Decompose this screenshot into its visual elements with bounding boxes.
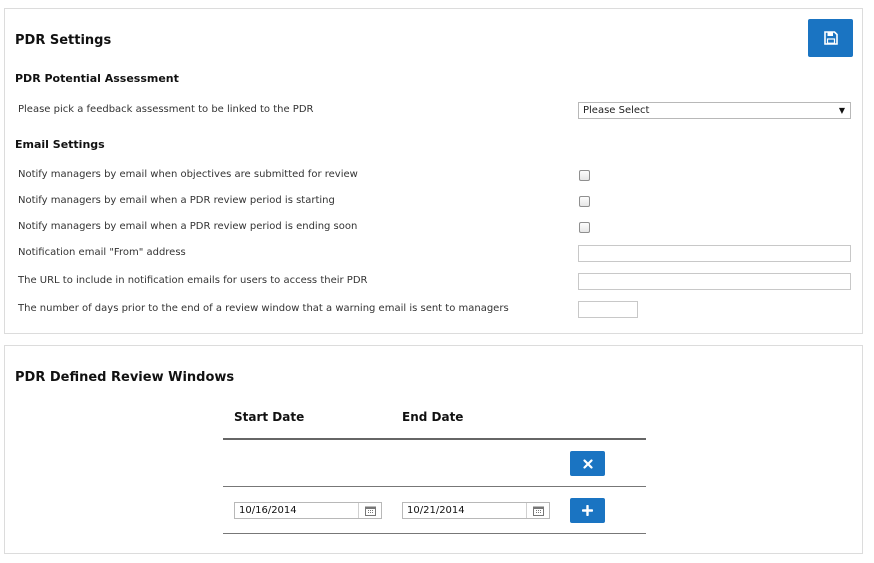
assessment-select-value: Please Select [583, 105, 650, 116]
from-address-input[interactable] [578, 245, 851, 262]
notify-ending-label: Notify managers by email when a PDR revi… [18, 221, 358, 232]
new-end-date-value: 10/21/2014 [407, 505, 465, 516]
calendar-icon[interactable] [358, 503, 381, 518]
start-date-column-header: Start Date [234, 410, 305, 424]
from-address-label: Notification email "From" address [18, 247, 186, 258]
warning-days-input[interactable] [578, 301, 638, 318]
new-end-date-input[interactable]: 10/21/2014 [402, 502, 550, 519]
url-label: The URL to include in notification email… [18, 275, 368, 286]
panel-title: PDR Defined Review Windows [15, 370, 235, 385]
end-date-column-header: End Date [402, 410, 464, 424]
assessment-select[interactable]: Please Select ▼ [578, 102, 851, 119]
close-icon [582, 458, 593, 469]
save-button[interactable] [808, 19, 853, 57]
calendar-icon[interactable] [526, 503, 549, 518]
notify-submitted-label: Notify managers by email when objectives… [18, 169, 358, 180]
table-header-divider [223, 438, 646, 440]
warning-days-label: The number of days prior to the end of a… [18, 303, 509, 314]
plus-icon [582, 505, 593, 516]
floppy-disk-icon [823, 31, 838, 45]
assessment-label: Please pick a feedback assessment to be … [18, 104, 314, 115]
new-start-date-value: 10/16/2014 [239, 505, 297, 516]
assessment-section-heading: PDR Potential Assessment [15, 72, 179, 85]
review-windows-panel: PDR Defined Review Windows Start Date En… [4, 345, 863, 554]
notify-submitted-checkbox[interactable] [579, 170, 590, 181]
email-section-heading: Email Settings [15, 138, 105, 151]
notify-ending-checkbox[interactable] [579, 222, 590, 233]
pdr-settings-panel: PDR Settings PDR Potential Assessment Pl… [4, 8, 863, 334]
notify-starting-label: Notify managers by email when a PDR revi… [18, 195, 335, 206]
table-row-divider [223, 486, 646, 487]
add-window-button[interactable] [570, 498, 605, 523]
url-input[interactable] [578, 273, 851, 290]
dropdown-arrow-icon: ▼ [838, 106, 845, 115]
notify-starting-checkbox[interactable] [579, 196, 590, 207]
delete-window-button[interactable] [570, 451, 605, 476]
table-bottom-divider [223, 533, 646, 534]
new-start-date-input[interactable]: 10/16/2014 [234, 502, 382, 519]
panel-title: PDR Settings [15, 33, 112, 48]
